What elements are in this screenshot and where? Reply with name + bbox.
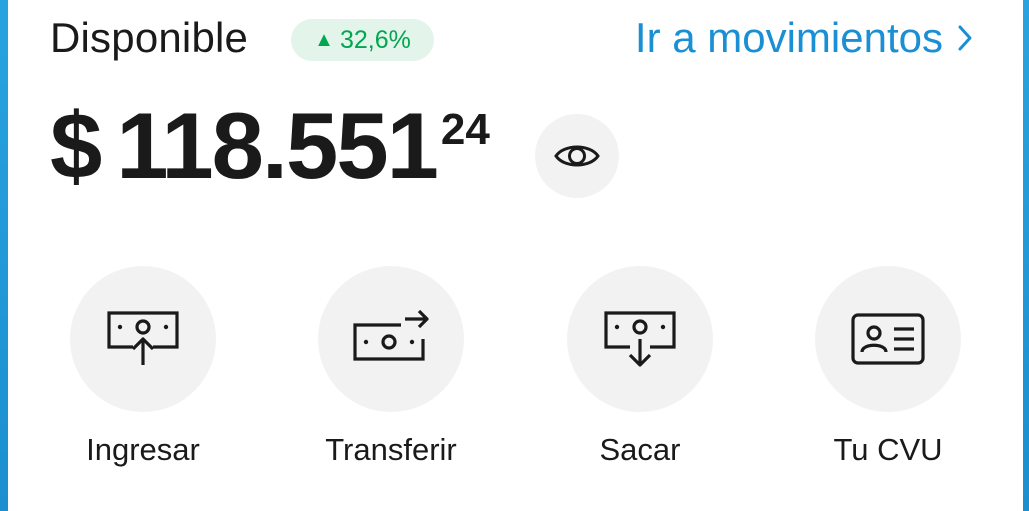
action-ingresar-label: Ingresar <box>86 432 200 467</box>
action-sacar[interactable]: Sacar <box>567 266 713 467</box>
go-to-movements-label: Ir a movimientos <box>634 14 943 61</box>
variation-badge: ▲ 32,6% <box>291 19 434 61</box>
left-edge-strip <box>0 0 8 511</box>
eye-icon <box>554 145 600 167</box>
action-sacar-label: Sacar <box>599 432 681 467</box>
balance-cents: 24 <box>440 105 490 154</box>
action-sacar-circle <box>567 266 713 412</box>
chevron-right-icon <box>957 24 973 52</box>
action-ingresar-circle <box>70 266 216 412</box>
go-to-movements-link[interactable]: Ir a movimientos <box>635 14 973 62</box>
balance-amount: $ 118.551 24 <box>50 96 490 196</box>
withdraw-icon <box>604 311 676 367</box>
balance-title: Disponible <box>50 14 249 61</box>
action-tu-cvu-label: Tu CVU <box>833 432 943 467</box>
right-edge-strip <box>1023 0 1029 511</box>
up-arrow-icon: ▲ <box>314 29 334 51</box>
id-card-icon <box>851 313 925 365</box>
action-ingresar[interactable]: Ingresar <box>70 266 216 467</box>
deposit-icon <box>107 311 179 365</box>
action-transferir[interactable]: Transferir <box>318 266 464 467</box>
balance-integer: 118.551 <box>116 93 439 198</box>
action-transferir-circle <box>318 266 464 412</box>
action-tu-cvu-circle <box>815 266 961 412</box>
action-tu-cvu[interactable]: Tu CVU <box>815 266 961 467</box>
action-transferir-label: Transferir <box>325 432 457 467</box>
variation-value: 32,6% <box>339 25 411 54</box>
transfer-icon <box>353 309 429 361</box>
currency-symbol: $ <box>50 93 103 198</box>
toggle-visibility-button[interactable] <box>535 114 619 198</box>
